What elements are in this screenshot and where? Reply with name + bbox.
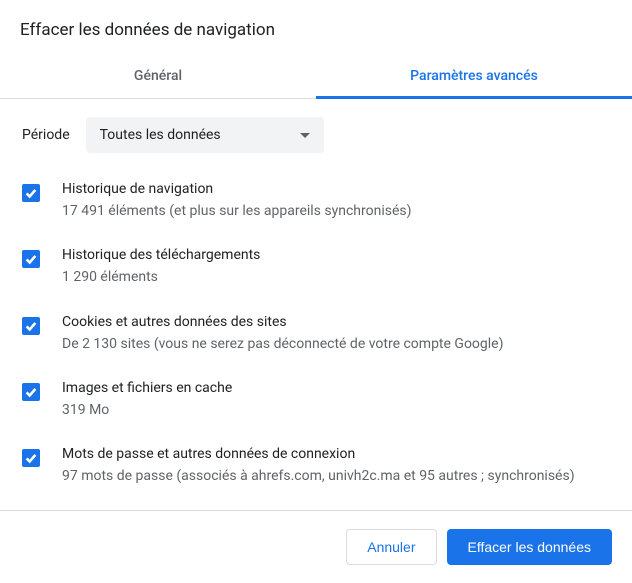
option-title: Cookies et autres données des sites [62,314,620,330]
option-content: Mots de passe et autres données de conne… [62,446,620,486]
option-subtitle: 17 491 éléments (et plus sur les apparei… [62,201,620,221]
option-content: Cookies et autres données des sites De 2… [62,314,620,354]
period-select[interactable]: Toutes les données [86,117,324,153]
cancel-button[interactable]: Annuler [346,529,436,565]
option-content: Historique de navigation 17 491 éléments… [62,181,620,221]
checkbox-download-history[interactable] [22,250,40,268]
tab-advanced[interactable]: Paramètres avancés [316,54,632,98]
check-icon [24,252,38,266]
option-content: Images et fichiers en cache 319 Mo [62,380,620,420]
dialog-footer: Annuler Effacer les données [0,510,632,583]
option-subtitle: 319 Mo [62,400,620,420]
period-row: Période Toutes les données [22,117,620,153]
option-cached-images: Images et fichiers en cache 319 Mo [22,380,620,420]
checkbox-browsing-history[interactable] [22,184,40,202]
tab-basic[interactable]: Général [0,54,316,98]
check-icon [24,319,38,333]
checkbox-cookies[interactable] [22,317,40,335]
clear-data-button[interactable]: Effacer les données [447,529,613,565]
option-subtitle: 1 290 éléments [62,267,620,287]
option-passwords: Mots de passe et autres données de conne… [22,446,620,486]
checkbox-passwords[interactable] [22,449,40,467]
option-title: Images et fichiers en cache [62,380,620,396]
tabs: Général Paramètres avancés [0,54,632,99]
option-title: Mots de passe et autres données de conne… [62,446,620,462]
period-label: Période [22,127,70,143]
check-icon [24,451,38,465]
chevron-down-icon [300,133,310,138]
option-title: Historique des téléchargements [62,247,620,263]
check-icon [24,186,38,200]
option-title: Historique de navigation [62,181,620,197]
check-icon [24,385,38,399]
option-download-history: Historique des téléchargements 1 290 élé… [22,247,620,287]
option-content: Historique des téléchargements 1 290 élé… [62,247,620,287]
option-subtitle: 97 mots de passe (associés à ahrefs.com,… [62,466,620,486]
checkbox-cached-images[interactable] [22,383,40,401]
dialog-title: Effacer les données de navigation [0,0,632,54]
option-cookies: Cookies et autres données des sites De 2… [22,314,620,354]
period-select-value: Toutes les données [100,127,221,143]
scroll-area[interactable]: Période Toutes les données Historique de… [0,99,632,497]
option-subtitle: De 2 130 sites (vous ne serez pas déconn… [62,334,620,354]
option-browsing-history: Historique de navigation 17 491 éléments… [22,181,620,221]
